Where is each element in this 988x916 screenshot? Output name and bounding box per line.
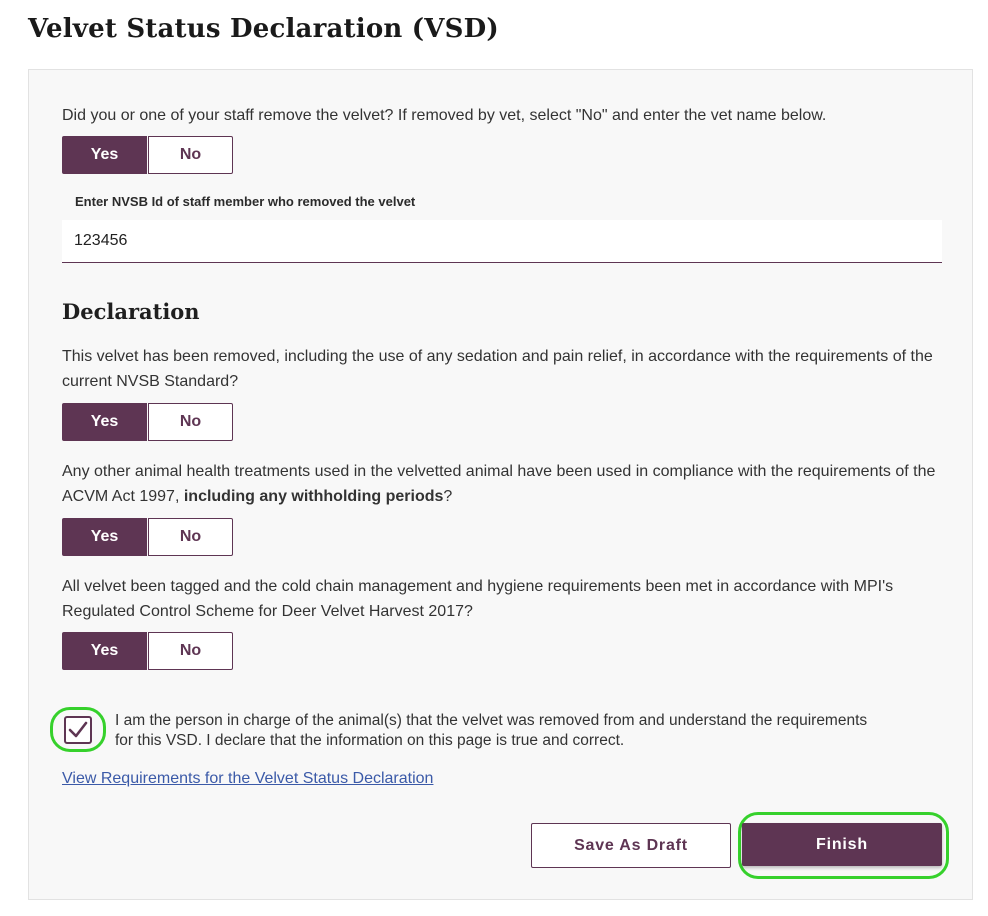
declaration-1-no-button[interactable]: No [148,403,233,441]
removal-no-button[interactable]: No [148,136,233,174]
staff-id-label: Enter NVSB Id of staff member who remove… [75,194,416,209]
finish-button[interactable]: Finish [742,823,942,866]
removal-toggle: Yes No [62,136,233,174]
removal-question: Did you or one of your staff remove the … [62,107,827,124]
checkmark-icon [68,721,88,738]
save-as-draft-button[interactable]: Save As Draft [531,823,731,868]
declaration-1-yes-button[interactable]: Yes [62,403,147,441]
declaration-toggle-1: Yes No [62,403,233,441]
confirm-declaration-text: I am the person in charge of the animal(… [115,712,868,749]
declaration-heading: Declaration [62,299,200,324]
staff-id-input[interactable] [62,220,942,263]
declaration-3-yes-button[interactable]: Yes [62,632,147,670]
view-requirements-link[interactable]: View Requirements for the Velvet Status … [62,770,433,788]
declaration-question-1: This velvet has been removed, including … [62,348,933,390]
declaration-question-2-end: ? [443,488,453,505]
vsd-form-card: Did you or one of your staff remove the … [28,69,973,900]
page-title: Velvet Status Declaration (VSD) [28,14,499,44]
declaration-question-3: All velvet been tagged and the cold chai… [62,578,894,620]
declaration-3-no-button[interactable]: No [148,632,233,670]
removal-yes-button[interactable]: Yes [62,136,147,174]
confirm-checkbox[interactable] [64,716,92,744]
declaration-question-2-bold: including any withholding periods [183,488,444,505]
declaration-2-yes-button[interactable]: Yes [62,518,147,556]
declaration-toggle-3: Yes No [62,632,233,670]
declaration-2-no-button[interactable]: No [148,518,233,556]
declaration-toggle-2: Yes No [62,518,233,556]
declaration-question-2: Any other animal health treatments used … [62,459,942,509]
